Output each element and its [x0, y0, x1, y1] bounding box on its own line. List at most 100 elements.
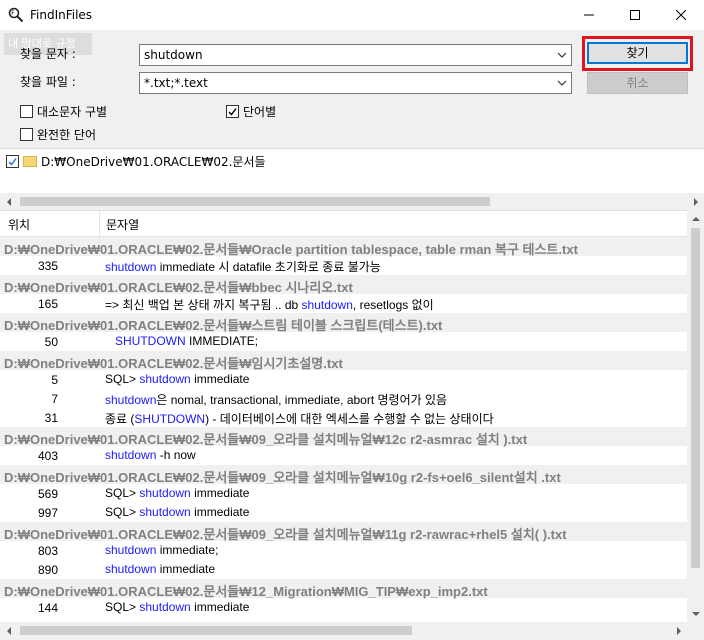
match-prefix	[105, 334, 115, 348]
find-files-combobox[interactable]: *.txt;*.text	[139, 72, 572, 94]
chevron-down-icon	[557, 52, 567, 58]
chevron-left-icon	[6, 626, 11, 635]
match-text: SQL> shutdown immediate	[105, 372, 249, 386]
column-header-position[interactable]: 위치	[8, 216, 30, 233]
file-row[interactable]: D:₩OneDrive₩01.ORACLE₩02.문서들₩09_오라클 설치메뉴…	[0, 465, 687, 485]
match-row[interactable]: 997 SQL> shutdown immediate	[0, 503, 687, 522]
file-row[interactable]: D:₩OneDrive₩01.ORACLE₩02.문서들₩09_오라클 설치메뉴…	[0, 427, 687, 447]
scroll-right-arrow[interactable]	[670, 622, 687, 639]
match-text: shutdown -h now	[105, 448, 196, 462]
find-files-value: *.txt;*.text	[144, 76, 208, 90]
match-line-number: 50	[44, 335, 58, 349]
file-row[interactable]: D:₩OneDrive₩01.ORACLE₩02.문서들₩Oracle part…	[0, 237, 687, 257]
find-text-combobox[interactable]: shutdown	[139, 44, 572, 66]
match-text: 종료 (SHUTDOWN) - 데이터베이스에 대한 엑세스를 수행할 수 없는…	[105, 410, 494, 427]
close-button[interactable]	[658, 0, 704, 30]
match-row[interactable]: 335 shutdown immediate 시 datafile 초기화로 종료…	[0, 256, 687, 275]
case-sensitive-checkbox[interactable]: 대소문자 구별	[20, 103, 107, 120]
title-bar[interactable]: F FindInFiles	[0, 0, 704, 30]
folder-icon	[23, 156, 37, 167]
minimize-button[interactable]	[566, 0, 612, 30]
match-keyword: shutdown	[105, 543, 157, 557]
chevron-up-icon	[691, 216, 700, 221]
match-suffix: immediate 시 datafile 초기화로 종료 불가능	[156, 260, 381, 274]
scroll-thumb[interactable]	[20, 197, 490, 206]
results-vertical-scrollbar[interactable]	[687, 210, 704, 622]
file-row[interactable]: D:₩OneDrive₩01.ORACLE₩02.문서들₩임시기초설명.txt	[0, 351, 687, 371]
file-row[interactable]: D:₩OneDrive₩01.ORACLE₩02.문서들₩12_Migratio…	[0, 579, 687, 599]
find-text-value: shutdown	[144, 48, 203, 62]
match-keyword: SHUTDOWN	[115, 334, 186, 348]
match-suffix: 은 nomal, transactional, immediate, abort…	[156, 393, 448, 407]
match-prefix: SQL>	[105, 505, 140, 519]
match-row[interactable]: 569 SQL> shutdown immediate	[0, 484, 687, 503]
whole-word-checkbox[interactable]: 단어별	[226, 103, 276, 120]
scroll-right-arrow[interactable]	[687, 193, 704, 210]
match-keyword: shutdown	[105, 393, 157, 407]
results-list[interactable]: 위치 문자열 D:₩OneDrive₩01.ORACLE₩02.문서들₩Orac…	[0, 210, 704, 623]
scroll-thumb[interactable]	[691, 228, 700, 568]
match-keyword: shutdown	[105, 562, 157, 576]
file-row[interactable]: D:₩OneDrive₩01.ORACLE₩02.문서들₩09_오라클 설치메뉴…	[0, 522, 687, 542]
maximize-icon	[630, 10, 640, 20]
match-keyword: shutdown	[301, 298, 353, 312]
match-row[interactable]: 165 => 최신 백업 본 상태 까지 복구됨 .. db shutdown, …	[0, 294, 687, 313]
match-line-number: 7	[51, 392, 58, 406]
match-line-number: 569	[37, 487, 58, 501]
maximize-button[interactable]	[612, 0, 658, 30]
match-line-number: 335	[37, 259, 58, 273]
minimize-icon	[584, 14, 594, 16]
tree-item-folder[interactable]: D:₩OneDrive₩01.ORACLE₩02.문서들	[6, 153, 266, 170]
scroll-thumb[interactable]	[20, 626, 412, 635]
match-row[interactable]: 31 종료 (SHUTDOWN) - 데이터베이스에 대한 엑세스를 수행할 수 …	[0, 408, 687, 427]
match-row[interactable]: 5 SQL> shutdown immediate	[0, 370, 687, 389]
scroll-up-arrow[interactable]	[687, 210, 704, 227]
file-row[interactable]: D:₩OneDrive₩01.ORACLE₩02.문서들₩bbec 시나리오.t…	[0, 275, 687, 295]
match-prefix: SQL>	[105, 372, 140, 386]
match-keyword: SHUTDOWN	[134, 412, 206, 426]
match-row[interactable]: 50 SHUTDOWN IMMEDIATE;	[0, 332, 687, 351]
cancel-button[interactable]: 취소	[587, 72, 688, 94]
match-suffix: immediate	[190, 600, 250, 614]
match-text: SQL> shutdown immediate	[105, 600, 249, 614]
tree-horizontal-scrollbar[interactable]	[0, 193, 704, 210]
column-separator[interactable]	[99, 211, 100, 236]
match-line-number: 144	[37, 601, 58, 615]
match-keyword: shutdown	[139, 505, 191, 519]
find-text-label: 찾을 문자 :	[20, 47, 76, 61]
match-keyword: shutdown	[139, 600, 191, 614]
match-row[interactable]: 890 shutdown immediate	[0, 560, 687, 579]
results-horizontal-scrollbar[interactable]	[0, 622, 704, 639]
match-row[interactable]: 144 SQL> shutdown immediate	[0, 598, 687, 617]
match-suffix: immediate	[190, 486, 250, 500]
match-suffix: immediate;	[156, 543, 219, 557]
scroll-down-arrow[interactable]	[687, 605, 704, 622]
match-text: SQL> shutdown immediate	[105, 486, 249, 500]
scroll-left-arrow[interactable]	[0, 193, 17, 210]
find-button[interactable]: 찾기	[587, 42, 688, 64]
match-text: => 최신 백업 본 상태 까지 복구됨 .. db shutdown, res…	[105, 296, 434, 313]
match-line-number: 803	[37, 544, 58, 558]
file-row[interactable]: D:₩OneDrive₩01.ORACLE₩02.문서들₩스트림 테이블 스크립…	[0, 313, 687, 333]
case-sensitive-label: 대소문자 구별	[37, 105, 108, 119]
match-prefix: 종료 (	[105, 412, 135, 426]
match-row[interactable]: 7 shutdown은 nomal, transactional, immedia…	[0, 389, 687, 408]
match-suffix: ) - 데이터베이스에 대한 엑세스를 수행할 수 없는 상태이다	[205, 412, 494, 426]
chevron-down-icon	[691, 611, 700, 616]
column-header-string[interactable]: 문자열	[106, 216, 139, 233]
results-rows: D:₩OneDrive₩01.ORACLE₩02.문서들₩Oracle part…	[0, 237, 687, 617]
match-row[interactable]: 803 shutdown immediate;	[0, 541, 687, 560]
check-icon	[228, 108, 237, 116]
match-suffix: -h now	[156, 448, 196, 462]
tree-checkbox[interactable]	[6, 155, 19, 168]
results-header: 위치 문자열	[0, 211, 687, 237]
match-prefix: SQL>	[105, 486, 140, 500]
scroll-left-arrow[interactable]	[0, 622, 17, 639]
match-line-number: 997	[37, 506, 58, 520]
close-icon	[676, 10, 686, 20]
match-prefix: => 최신 백업 본 상태 까지 복구됨 .. db	[105, 298, 302, 312]
window-title: FindInFiles	[30, 8, 93, 22]
match-line-number: 31	[44, 411, 58, 425]
match-row[interactable]: 403 shutdown -h now	[0, 446, 687, 465]
exact-word-checkbox[interactable]: 완전한 단어	[20, 126, 96, 143]
